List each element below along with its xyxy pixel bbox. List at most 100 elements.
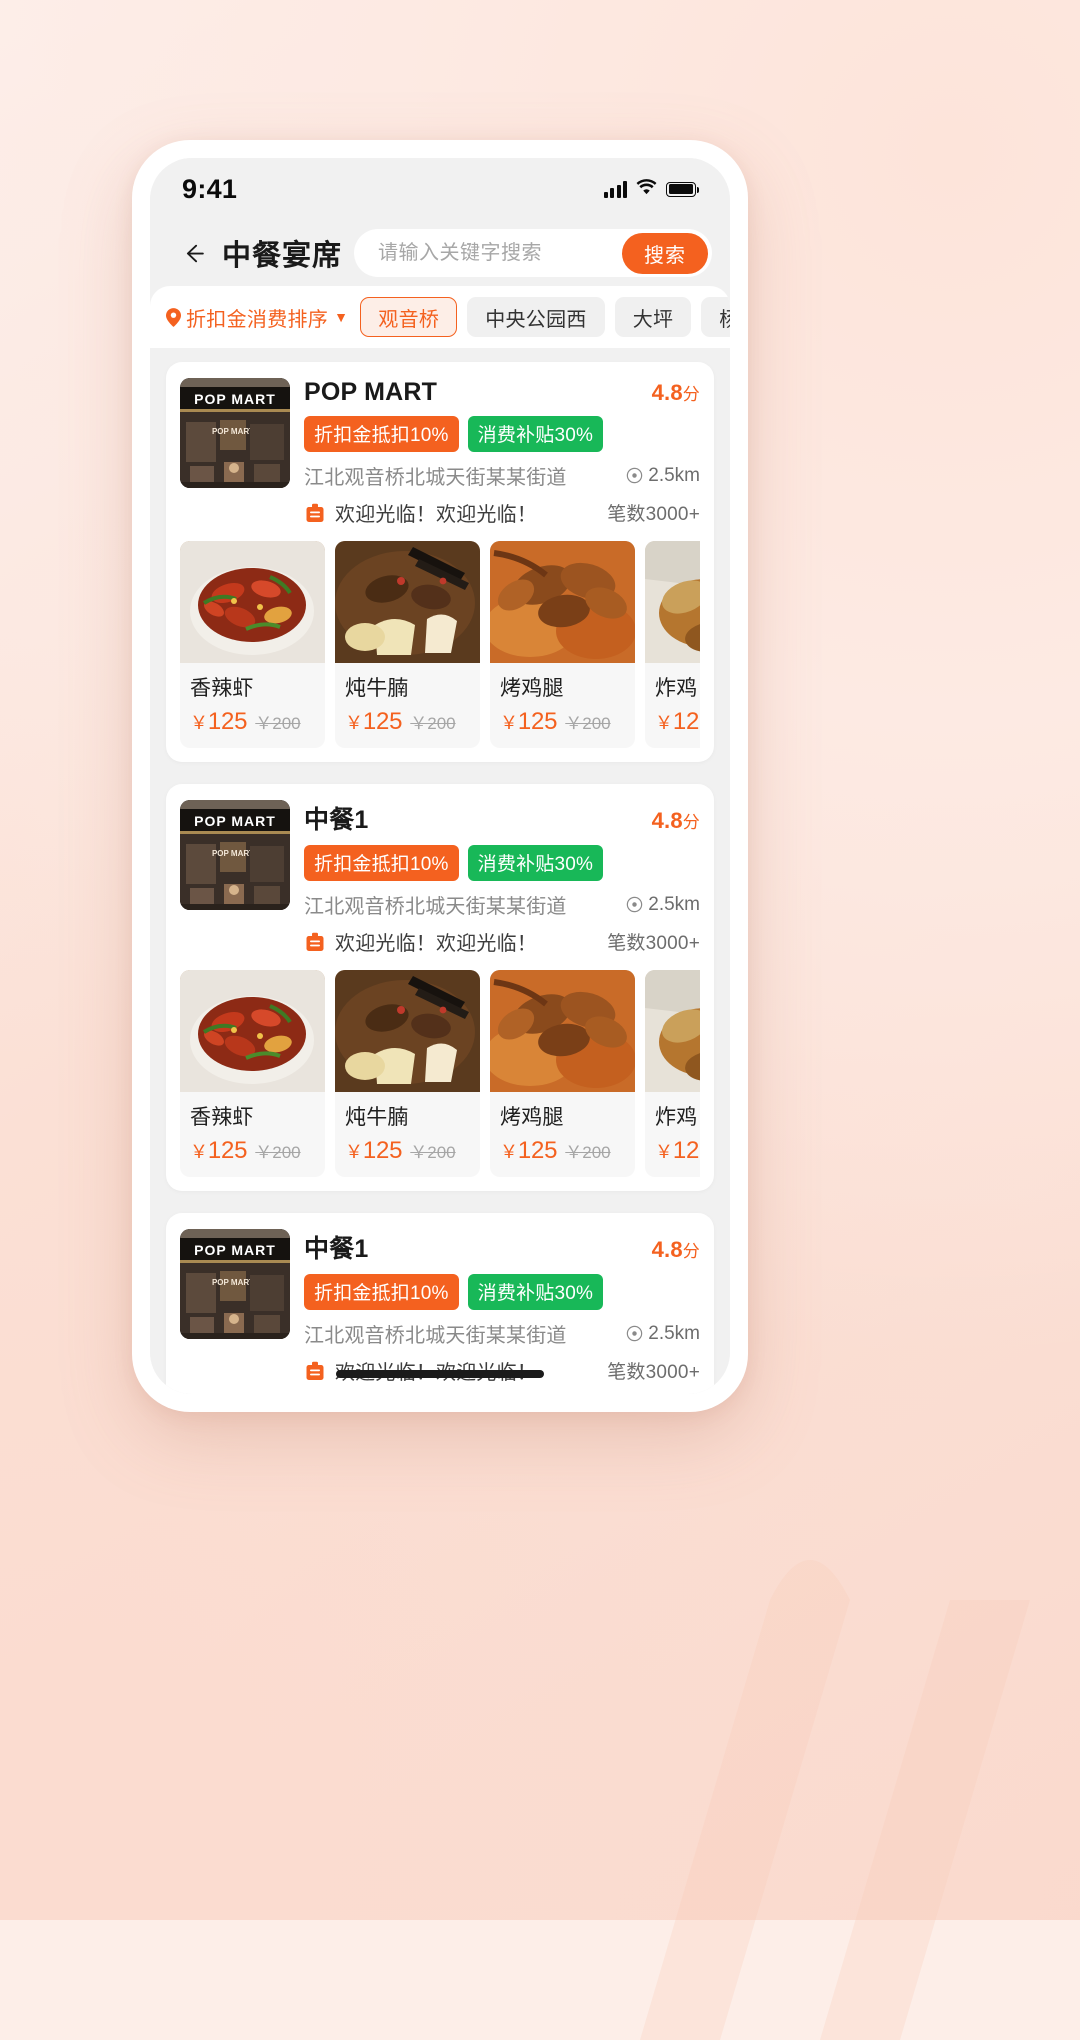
status-bar: 9:41 <box>150 158 730 220</box>
dish-name: 香辣虾 <box>190 1106 254 1129</box>
merchant-card[interactable]: POP MART POP MART <box>166 784 714 1191</box>
distance-value: 2.5km <box>648 893 700 915</box>
price-value: 125 <box>517 1137 558 1164</box>
area-chip-3[interactable]: 杨家坪 <box>701 297 730 337</box>
merchant-header: POP MART POP MART <box>180 378 700 527</box>
shop-photo-pop-mart: POP MART POP MART <box>180 1229 290 1339</box>
merchant-notice: 欢迎光临！欢迎光临！ <box>335 504 537 526</box>
order-count: 笔数3000+ <box>607 504 700 525</box>
dish-item[interactable]: 烤鸡腿 ￥125 ￥200 <box>490 970 635 1177</box>
announcement-icon <box>306 932 324 951</box>
merchant-header: POP MART POP MART <box>180 800 700 956</box>
price-value: 125 <box>362 1137 403 1164</box>
distance-group: 2.5km <box>626 1323 700 1345</box>
area-chip-0[interactable]: 观音桥 <box>360 297 458 337</box>
dish-item[interactable]: 炸鸡 ￥125 ￥200 <box>645 541 700 748</box>
merchant-title-row: POP MART 4.8分 <box>304 378 700 407</box>
address-row: 江北观音桥北城天街某某街道 2.5km <box>304 890 700 919</box>
merchant-rating: 4.8分 <box>652 808 700 834</box>
dish-price-row: ￥125 ￥200 <box>500 1137 625 1165</box>
dish-list[interactable]: 香辣虾 ￥125 ￥200 炖牛腩 ￥125 ￥200 烤鸡腿 ￥125 ￥20… <box>180 970 700 1177</box>
back-button[interactable] <box>172 232 214 274</box>
merchant-address: 江北观音桥北城天街某某街道 <box>304 1325 567 1347</box>
notice-row: 欢迎光临！欢迎光临！ 笔数3000+ <box>304 498 700 527</box>
merchant-rating: 4.8分 <box>652 1237 700 1263</box>
dish-item[interactable]: 香辣虾 ￥125 ￥200 <box>180 541 325 748</box>
dish-meta: 香辣虾 ￥125 ￥200 <box>180 1092 325 1177</box>
sort-dropdown[interactable]: 折扣金消费排序 ▼ <box>166 303 348 332</box>
rating-value: 4.8 <box>651 380 683 405</box>
location-marker-icon <box>627 1325 643 1342</box>
currency-symbol: ￥ <box>190 713 208 733</box>
price-value: 125 <box>672 708 700 735</box>
status-badge-subsidy: 消费补贴30% <box>467 416 604 452</box>
rating-unit: 分 <box>682 385 700 404</box>
dish-price-original: ￥200 <box>255 1143 301 1162</box>
dish-photo-spicy-shrimp <box>180 970 325 1092</box>
dish-item[interactable]: 香辣虾 ￥125 ￥200 <box>180 970 325 1177</box>
merchant-name: 中餐1 <box>304 806 369 834</box>
dish-item[interactable]: 炖牛腩 ￥125 ￥200 <box>335 541 480 748</box>
status-badge-discount: 折扣金抵扣10% <box>304 845 459 881</box>
search-bar[interactable]: 搜索 <box>354 229 712 277</box>
chevron-down-icon: ▼ <box>334 309 349 325</box>
area-chip-label: 中央公园西 <box>485 308 587 331</box>
dish-price-current: ￥125 <box>500 1137 557 1165</box>
address-row: 江北观音桥北城天街某某街道 2.5km <box>304 1319 700 1348</box>
dish-price-current: ￥125 <box>190 708 247 736</box>
merchant-list[interactable]: POP MART POP MART POP MART 4.8分 折扣金抵扣10%… <box>150 348 730 1394</box>
price-value: 125 <box>517 708 558 735</box>
currency-symbol: ￥ <box>345 713 363 733</box>
order-count: 笔数3000+ <box>607 1362 700 1383</box>
currency-symbol: ￥ <box>500 713 518 733</box>
svg-text:POP MART: POP MART <box>212 427 254 436</box>
svg-text:POP MART: POP MART <box>194 1242 276 1258</box>
price-value: 125 <box>207 708 248 735</box>
dish-price-original: ￥200 <box>410 714 456 733</box>
dish-name: 香辣虾 <box>190 677 254 700</box>
dish-name: 炖牛腩 <box>345 677 409 700</box>
merchant-info: POP MART 4.8分 折扣金抵扣10% 消费补贴30% 江北观音桥北城天街… <box>304 378 700 527</box>
dish-item[interactable]: 烤鸡腿 ￥125 ￥200 <box>490 541 635 748</box>
notice-row: 欢迎光临！欢迎光临！ 笔数3000+ <box>304 927 700 956</box>
dish-price-row: ￥125 ￥200 <box>655 1137 700 1165</box>
currency-symbol: ￥ <box>345 1142 363 1162</box>
currency-symbol: ￥ <box>655 713 673 733</box>
announcement-icon <box>306 1361 324 1380</box>
merchant-card[interactable]: POP MART POP MART <box>166 1213 714 1394</box>
merchant-card[interactable]: POP MART POP MART <box>166 362 714 762</box>
status-badge-discount: 折扣金抵扣10% <box>304 1274 459 1310</box>
svg-text:POP MART: POP MART <box>212 1278 254 1287</box>
area-chip-1[interactable]: 中央公园西 <box>467 297 605 337</box>
dish-item[interactable]: 炖牛腩 ￥125 ￥200 <box>335 970 480 1177</box>
dish-list[interactable]: 香辣虾 ￥125 ￥200 炖牛腩 ￥125 ￥200 烤鸡腿 ￥125 ￥20… <box>180 541 700 748</box>
search-input[interactable] <box>376 240 622 266</box>
dish-name: 炸鸡 <box>655 677 698 700</box>
rating-unit: 分 <box>682 1242 700 1261</box>
dish-meta: 烤鸡腿 ￥125 ￥200 <box>490 1092 635 1177</box>
merchant-name: POP MART <box>304 378 438 406</box>
order-count: 笔数3000+ <box>607 933 700 954</box>
dish-photo-roast-chicken-leg <box>490 970 635 1092</box>
currency-symbol: ￥ <box>655 1142 673 1162</box>
notice-left: 欢迎光临！欢迎光临！ <box>304 498 537 527</box>
dish-meta: 香辣虾 ￥125 ￥200 <box>180 663 325 748</box>
dish-price-row: ￥125 ￥200 <box>190 1137 315 1165</box>
search-button[interactable]: 搜索 <box>622 232 708 274</box>
dish-photo-fried-chicken <box>645 541 700 663</box>
dish-price-current: ￥125 <box>655 1137 700 1165</box>
dish-name: 烤鸡腿 <box>500 1106 564 1129</box>
dish-price-row: ￥125 ￥200 <box>500 708 625 736</box>
dish-item[interactable]: 炸鸡 ￥125 ￥200 <box>645 970 700 1177</box>
wifi-icon <box>636 178 657 200</box>
home-indicator[interactable] <box>336 1370 544 1378</box>
area-chip-2[interactable]: 大坪 <box>614 297 692 337</box>
dish-price-current: ￥125 <box>345 1137 402 1165</box>
svg-text:POP MART: POP MART <box>194 813 276 829</box>
phone-screen: 9:41 中餐宴席 请输入关键字搜索 搜索 折扣金消费排序 ▼ 观音桥 中央公园… <box>150 158 730 1394</box>
location-marker-icon <box>627 896 643 913</box>
cellular-signal-icon <box>603 180 627 198</box>
notice-left: 欢迎光临！欢迎光临！ <box>304 927 537 956</box>
dish-price-original: ￥200 <box>410 1143 456 1162</box>
dish-name: 烤鸡腿 <box>500 677 564 700</box>
